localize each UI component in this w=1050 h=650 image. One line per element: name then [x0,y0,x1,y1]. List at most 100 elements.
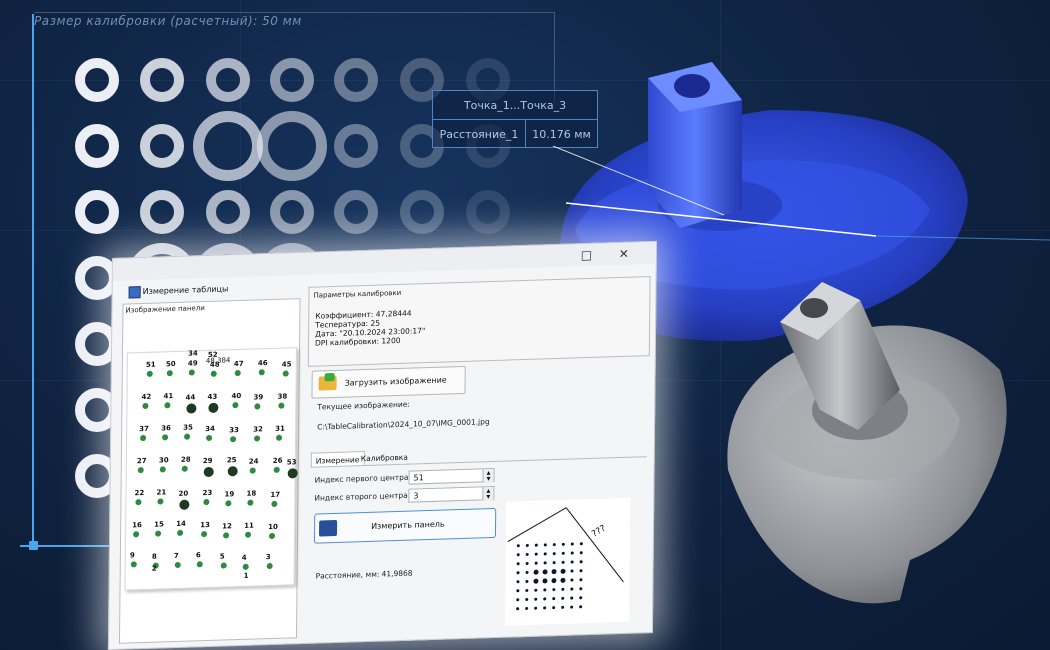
panel-dot [137,467,144,474]
panel-dot-label: 7 [173,551,179,561]
first-center-input[interactable]: 51 ▲ ▼ [408,467,495,485]
panel-dot [179,499,190,510]
panel-dot-label: 31 [275,424,285,433]
panel-dot-label: 10 [268,522,278,532]
panel-dot-label: 28 [180,455,191,464]
calibration-params-group: Параметры калибровки Коэффициент: 47,284… [307,276,651,367]
panel-dot-label: 9 [129,551,135,560]
current-image-path: C:\TableCalibration\2024_10_07\IMG_0001.… [317,417,490,432]
panel-dot-label: 51 [145,360,156,369]
panel-dot [278,402,285,409]
panel-dot [282,370,289,377]
panel-dot-label: 32 [253,425,263,434]
measure-icon [319,519,338,537]
panel-dot [220,562,227,569]
panel-dot-label: 39 [253,393,264,402]
panel-dot-label: 44 [185,393,196,402]
panel-dot-label: 27 [136,456,147,466]
panel-dot [142,402,149,410]
panel-dot [146,370,153,377]
panel-dot [166,370,173,377]
panel-dot-label: 20 [178,489,189,498]
panel-dot-label: 25 [226,456,237,465]
panel-dot-label: 46 [257,359,268,368]
load-image-button[interactable]: Загрузить изображение [311,365,466,399]
panel-dot-label: 17 [270,490,281,500]
panel-dot [266,562,273,570]
panel-dot-label: 18 [246,489,257,498]
panel-dot [130,561,137,568]
panel-dot-label: 1 [243,571,249,580]
panel-dot [232,402,239,409]
panel-dot-label: 38 [277,392,288,401]
second-center-input[interactable]: 3 ▲ ▼ [408,485,495,503]
first-center-spinner[interactable]: ▲ ▼ [482,469,494,483]
panel-dot [133,531,140,538]
distance-value: 41,9868 [381,568,413,579]
panel-dot [210,370,217,377]
close-button[interactable]: ✕ [619,247,629,261]
panel-dot-label: 34 [187,349,198,358]
panel-dot-label: 33 [229,426,239,435]
panel-image: 48.384 34 52 51 50 49 48 47 46 45 42 41 44 43 40 39 38 3… [124,347,298,591]
panel-dot [287,468,298,479]
panel-dot [227,466,238,477]
panel-dots: 34 52 51 50 49 48 47 46 45 42 41 44 43 40 39 38 37 36 35 34… [128,348,298,580]
panel-dot-label: 21 [156,488,167,497]
panel-dot [140,434,147,442]
measurement-diagram: ??? [504,497,631,626]
measurement-window: □ ✕ Измерение таблицы Изображение панели… [107,240,657,650]
folder-open-icon [318,375,337,391]
panel-dot [273,466,280,473]
panel-dot-label: 52 [207,350,218,359]
panel-dot-label: 50 [165,360,176,369]
panel-dot-label: 48 [209,360,220,369]
second-center-label: Индекс второго центра: [314,490,411,503]
panel-dot-label: 45 [281,360,292,369]
panel-dot-label: 42 [141,392,152,402]
tab-calibration-label: Калибровка [360,452,408,463]
panel-dot-label: 16 [132,521,142,530]
measure-panel-label: Измерить панель [371,519,445,531]
panel-dot [201,531,208,538]
panel-dot-label: 49 [187,359,198,368]
panel-dot-label: 36 [161,424,171,433]
panel-dot-label: 30 [158,456,169,465]
panel-dot-label: 6 [195,551,201,560]
panel-dot [181,465,188,472]
app-icon [128,286,141,299]
first-center-label: Индекс первого центра: [314,472,412,485]
panel-dot-label: 12 [222,522,232,531]
current-image-label: Текущее изображение: [317,399,410,412]
maximize-button[interactable]: □ [581,248,592,262]
panel-dot-label: 29 [202,456,213,466]
panel-dot [159,466,166,473]
panel-dot-label: 8 [151,552,157,561]
panel-dot-label: 34 [205,424,215,434]
panel-dot-label: 23 [202,488,213,498]
panel-dot [157,498,164,505]
panel-dot [135,499,142,506]
diagram-arrows [507,507,624,583]
panel-dot [254,403,261,410]
panel-dot-label: 11 [244,521,254,530]
measure-panel-button[interactable]: Измерить панель [313,507,497,544]
panel-dot [230,436,237,443]
panel-dot-label: 53 [286,458,297,467]
panel-image-group: Изображение панели 48.384 34 52 51 50 49 48 47… [118,298,301,644]
panel-dot [225,500,232,507]
panel-dot [242,563,249,570]
second-center-spinner[interactable]: ▲ ▼ [482,487,494,501]
panel-dot-label: 26 [272,456,283,465]
panel-dot-label: 4 [241,553,247,562]
panel-dot-label: 41 [163,392,174,401]
distance-label: Расстояние, мм: [315,569,380,581]
panel-dot [258,369,265,376]
panel-dot [186,403,197,414]
panel-dot [203,466,214,478]
panel-dot [188,369,195,376]
panel-dot-label: 19 [224,490,235,499]
load-image-label: Загрузить изображение [344,375,447,388]
panel-dot-label: 35 [183,423,193,432]
measurement-tab-panel: Индекс первого центра: 51 ▲ ▼ Индекс втор… [308,456,647,640]
